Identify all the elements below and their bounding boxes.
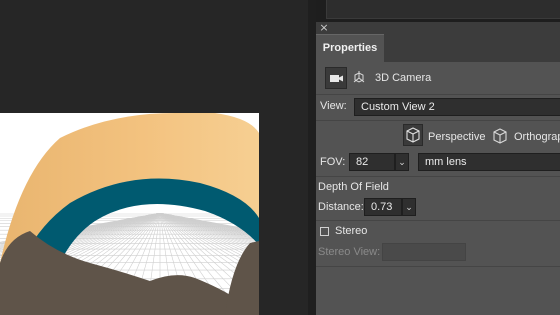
collapsed-panel-dock xyxy=(326,0,560,19)
view-label: View: xyxy=(320,100,347,112)
panel-splitter[interactable] xyxy=(308,0,316,315)
stereo-view-select xyxy=(382,243,466,261)
tab-properties[interactable]: Properties xyxy=(316,34,384,63)
distance-label: Distance: xyxy=(318,201,364,213)
distance-input[interactable]: 0.73 xyxy=(364,198,402,216)
view-select[interactable]: Custom View 2 xyxy=(354,98,560,116)
panel-header: × Properties xyxy=(316,22,560,63)
canvas-area xyxy=(0,0,308,315)
fov-label: FOV: xyxy=(320,156,346,168)
distance-dropdown-chevron-icon[interactable]: ⌄ xyxy=(402,198,416,216)
orthographic-cube-icon[interactable] xyxy=(492,127,508,145)
divider xyxy=(316,266,560,267)
3d-viewport[interactable] xyxy=(0,113,259,315)
stereo-view-label: Stereo View: xyxy=(318,246,381,258)
fov-input[interactable]: 82 xyxy=(349,153,395,171)
video-camera-icon[interactable] xyxy=(325,67,347,89)
divider xyxy=(316,94,560,95)
properties-panel: × Properties 3D Camera View: Custom View… xyxy=(316,22,560,315)
close-icon[interactable]: × xyxy=(318,22,330,34)
divider xyxy=(316,220,560,221)
fov-dropdown-chevron-icon[interactable]: ⌄ xyxy=(395,153,409,171)
depth-of-field-heading: Depth Of Field xyxy=(318,181,389,193)
perspective-label[interactable]: Perspective xyxy=(428,131,485,143)
fov-unit-select[interactable]: mm lens xyxy=(418,153,560,171)
stereo-label[interactable]: Stereo xyxy=(335,225,367,237)
divider xyxy=(316,176,560,177)
3d-axes-icon xyxy=(352,69,366,85)
divider xyxy=(316,120,560,121)
camera-section-label: 3D Camera xyxy=(375,72,432,84)
perspective-cube-icon[interactable] xyxy=(403,124,423,146)
orthographic-label[interactable]: Orthograp xyxy=(514,131,560,143)
stereo-checkbox[interactable] xyxy=(320,227,329,236)
top-panel-strip xyxy=(316,0,560,22)
